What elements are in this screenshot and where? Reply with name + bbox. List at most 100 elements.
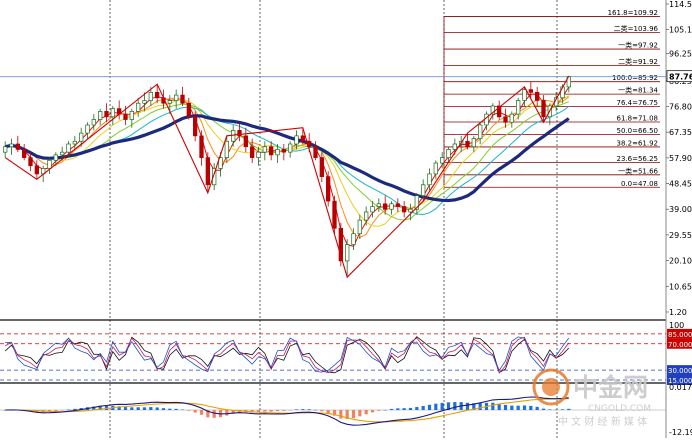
candle-body <box>123 113 128 120</box>
candle-body <box>275 149 280 156</box>
price-tick-label: 114.50 <box>669 0 692 9</box>
macd-histogram-bar <box>187 410 191 411</box>
candle-body <box>332 200 337 229</box>
chart-root: 0.0=47.08 一类=51.66 23.6=56.25 38.2=61.92 50.… <box>0 0 692 438</box>
macd-line <box>5 396 569 426</box>
macd-histogram-bar <box>136 407 140 410</box>
candle-body <box>53 154 58 161</box>
macd-histogram-bar <box>421 405 425 410</box>
macd-histogram-bar <box>522 405 527 410</box>
candle-body <box>250 146 255 158</box>
fib-level-label: 76.4=76.75 <box>617 99 659 107</box>
fib-level-label: 161.8=109.92 <box>608 9 658 17</box>
macd-histogram-bar <box>269 410 273 412</box>
macd-histogram-bar <box>149 407 153 410</box>
watermark-en: CNGOLD.COM <box>588 404 651 414</box>
oscillator-line <box>4 336 570 374</box>
candle-body <box>522 89 527 101</box>
candle-body <box>509 113 514 123</box>
fib-level-label: 61.8=71.08 <box>617 115 659 123</box>
fib-level-label: 二类=103.96 <box>614 24 659 33</box>
candle-body <box>364 211 369 221</box>
candle-body <box>256 151 261 158</box>
macd-histogram-bar <box>491 402 495 410</box>
macd-histogram-bar <box>313 409 318 411</box>
macd-histogram-bar <box>434 403 438 410</box>
macd-histogram-bar <box>358 410 362 417</box>
macd-histogram-bar <box>402 408 406 410</box>
macd-histogram-bar <box>282 410 286 411</box>
candle-body <box>79 132 84 142</box>
candle-body <box>395 203 400 207</box>
candle-body <box>155 91 160 99</box>
oscillator-level-label: 85.0000 <box>668 331 692 339</box>
macd-histogram-bar <box>301 409 305 410</box>
macd-histogram-bar <box>212 410 216 418</box>
candle-body <box>110 108 115 118</box>
candle-body <box>60 151 65 156</box>
macd-histogram-bar <box>383 409 387 411</box>
candle-body <box>484 113 489 126</box>
price-tick-label: 1.20 <box>669 308 687 317</box>
macd-histogram-bar <box>307 409 311 410</box>
candle-body <box>319 157 324 177</box>
macd-histogram-bar <box>155 407 159 410</box>
macd-histogram-bar <box>54 410 58 412</box>
candle-body <box>199 135 204 158</box>
candle-body <box>142 100 147 104</box>
candle-body <box>478 124 483 139</box>
macd-histogram-bar <box>427 404 432 410</box>
candle-body <box>503 116 508 123</box>
macd-histogram-bar <box>396 408 400 410</box>
candle-body <box>180 94 185 104</box>
candle-body <box>281 149 286 153</box>
candle-body <box>224 140 229 158</box>
candle-body <box>28 157 33 167</box>
candle-body <box>326 176 331 202</box>
candle-body <box>148 91 153 101</box>
macd-histogram-bar <box>541 408 546 410</box>
macd-histogram-bar <box>294 409 299 410</box>
macd-histogram-bar <box>389 408 394 410</box>
candle-body <box>136 102 141 112</box>
macd-histogram-bar <box>73 408 77 410</box>
candle-body <box>22 149 27 158</box>
macd-histogram-bar <box>415 407 419 410</box>
macd-histogram-bar <box>123 407 128 410</box>
candle-body <box>205 157 210 186</box>
candle-body <box>300 135 305 142</box>
candle-body <box>421 184 426 197</box>
macd-histogram-bar <box>554 409 558 411</box>
macd-histogram-bar <box>510 405 514 410</box>
candle-body <box>446 149 451 158</box>
candle-body <box>471 138 476 148</box>
price-tick-label: 39.00 <box>669 205 692 214</box>
price-tick-label: 10.65 <box>669 282 692 291</box>
fib-level-label: 一类=81.34 <box>618 86 658 95</box>
macd-histogram-bar <box>275 410 280 412</box>
candle-body <box>174 94 179 101</box>
candle-body <box>465 140 470 148</box>
macd-histogram-bar <box>130 407 134 410</box>
current-price-label: 87.76 <box>669 73 692 82</box>
candle-body <box>402 206 407 213</box>
macd-histogram-bar <box>174 408 178 410</box>
price-tick-label: 57.90 <box>669 154 692 163</box>
macd-histogram-bar <box>516 405 520 410</box>
candle-body <box>243 135 248 148</box>
price-tick-label: 20.10 <box>669 257 692 266</box>
candle-body <box>351 233 356 245</box>
fib-level-label: 50.0=66.50 <box>617 127 659 135</box>
candle-body <box>269 146 274 156</box>
macd-histogram-bar <box>364 410 368 415</box>
candle-body <box>104 111 109 118</box>
candle-body <box>91 119 96 126</box>
macd-histogram-bar <box>560 409 565 410</box>
candle-body <box>427 173 432 186</box>
candle-body <box>72 140 77 145</box>
candle-body <box>66 143 71 153</box>
oscillator-tick-label: 100 <box>669 321 684 330</box>
candle-body <box>541 100 546 118</box>
fib-level-label: 38.2=61.92 <box>617 139 659 147</box>
macd-histogram-bar <box>288 410 292 411</box>
